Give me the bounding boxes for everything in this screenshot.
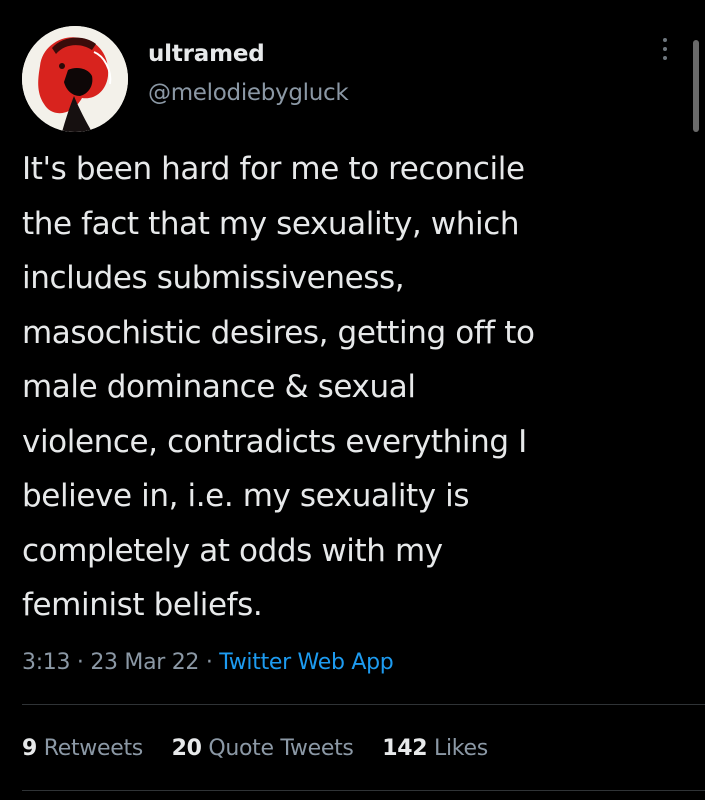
separator-dot: · (205, 650, 213, 675)
tweet-text-line: male dominance & sexual (22, 369, 416, 405)
separator-dot: · (76, 650, 84, 675)
quote-tweets-stat[interactable]: 20 Quote Tweets (172, 736, 354, 761)
likes-label: Likes (434, 736, 488, 761)
tweet-time[interactable]: 3:13 (22, 650, 71, 675)
more-vertical-icon[interactable] (655, 38, 675, 68)
tweet-source-link[interactable]: Twitter Web App (219, 650, 393, 675)
tweet-text-line: feminist beliefs. (22, 587, 263, 623)
retweets-stat[interactable]: 9 Retweets (22, 736, 143, 761)
quote-tweets-count: 20 (171, 736, 202, 761)
tweet-text-line: completely at odds with my (22, 532, 443, 569)
scrollbar-thumb[interactable] (693, 40, 699, 132)
tweet-text-line: masochistic desires, getting off to (22, 314, 535, 351)
tweet-text-line: includes submissiveness, (22, 260, 405, 296)
tweet-text-line: violence, contradicts everything I (22, 423, 527, 460)
tweet-text: It's been hard for me to reconcile the f… (22, 142, 692, 633)
avatar-image (22, 26, 128, 132)
tweet-card: ultramed @melodiebygluck It's been hard … (0, 0, 705, 800)
divider (22, 790, 705, 791)
author-block: ultramed @melodiebygluck (148, 40, 349, 108)
tweet-text-line: believe in, i.e. my sexuality is (22, 478, 470, 514)
likes-stat[interactable]: 142 Likes (382, 736, 488, 761)
tweet-date[interactable]: 23 Mar 22 (90, 650, 199, 675)
author-display-name[interactable]: ultramed (148, 40, 348, 68)
divider (22, 704, 705, 705)
retweets-count: 9 (22, 736, 38, 761)
quote-tweets-label: Quote Tweets (208, 736, 354, 761)
profile-avatar[interactable] (22, 26, 128, 132)
author-handle[interactable]: @melodiebygluck (148, 78, 349, 108)
tweet-text-line: the fact that my sexuality, which (22, 205, 520, 242)
tweet-text-line: It's been hard for me to reconcile (22, 151, 525, 187)
engagement-stats: 9 Retweets 20 Quote Tweets 142 Likes (22, 734, 510, 764)
likes-count: 142 (382, 736, 428, 761)
retweets-label: Retweets (43, 736, 144, 761)
tweet-metadata: 3:13 · 23 Mar 22 · Twitter Web App (22, 648, 394, 678)
